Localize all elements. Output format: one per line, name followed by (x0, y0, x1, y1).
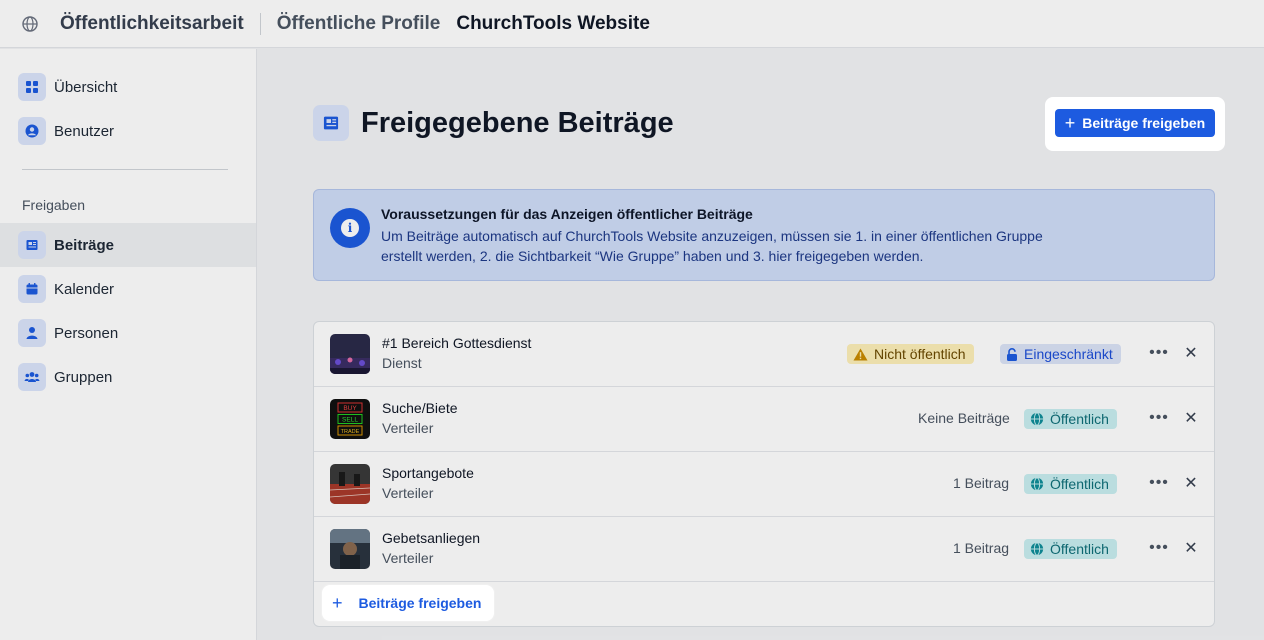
shared-groups-list: #1 Bereich Gottesdienst Dienst Nicht öff… (313, 321, 1215, 627)
status-badge-not-public: Nicht öffentlich (847, 344, 974, 364)
sidebar-item-users[interactable]: Benutzer (0, 109, 256, 153)
globe-icon (0, 15, 60, 32)
status-badge-public: Öffentlich (1024, 539, 1117, 559)
list-item: Sportangebote Verteiler 1 Beitrag Öffent… (314, 452, 1214, 517)
globe-icon (1030, 412, 1044, 426)
status-badge-label: Nicht öffentlich (874, 346, 966, 362)
person-icon (18, 319, 46, 347)
breadcrumb-public-profiles[interactable]: Öffentliche Profile (277, 13, 441, 35)
post-count: 1 Beitrag (953, 475, 1010, 491)
group-name: #1 Bereich Gottesdienst (382, 335, 532, 351)
share-posts-button-label: Beiträge freigeben (1082, 115, 1206, 131)
status-badge-restricted: Eingeschränkt (1000, 344, 1121, 364)
post-count: 1 Beitrag (953, 540, 1010, 556)
group-type: Verteiler (382, 485, 434, 501)
page-title: Freigegebene Beiträge (361, 107, 674, 139)
sidebar-item-label: Kalender (54, 280, 115, 298)
group-type: Verteiler (382, 420, 434, 436)
group-name: Sportangebote (382, 465, 474, 481)
more-options-button[interactable]: ••• (1148, 537, 1170, 559)
remove-button[interactable]: ✕ (1180, 472, 1202, 494)
plus-icon: + (1064, 113, 1076, 133)
status-badge-label: Öffentlich (1050, 476, 1109, 492)
newspaper-icon (18, 231, 46, 259)
sidebar-item-label: Benutzer (54, 122, 115, 140)
sidebar-item-label: Personen (54, 324, 119, 342)
group-thumbnail: BUY SELL TRADE (330, 399, 370, 439)
more-options-button[interactable]: ••• (1148, 472, 1170, 494)
info-alert: i Voraussetzungen für das Anzeigen öffen… (313, 189, 1215, 281)
share-posts-button[interactable]: + Beiträge freigeben (1055, 109, 1215, 137)
sidebar-item-overview[interactable]: Übersicht (0, 65, 256, 109)
calendar-icon (18, 275, 46, 303)
group-type: Dienst (382, 355, 422, 371)
list-item: Gebetsanliegen Verteiler 1 Beitrag Öffen… (314, 517, 1214, 582)
list-item: BUY SELL TRADE Suche/Biete Verteiler Kei… (314, 387, 1214, 452)
sidebar-item-label: Beiträge (54, 236, 115, 254)
user-circle-icon (18, 117, 46, 145)
add-share-button-label: Beiträge freigeben (358, 595, 482, 611)
group-thumbnail (330, 334, 370, 374)
thumb-text-trade: TRADE (341, 429, 360, 435)
status-badge-public: Öffentlich (1024, 474, 1117, 494)
more-options-button[interactable]: ••• (1148, 342, 1170, 364)
remove-button[interactable]: ✕ (1180, 537, 1202, 559)
plus-icon: + (332, 592, 343, 613)
breadcrumb-divider (259, 12, 261, 35)
sidebar-item-label: Übersicht (54, 78, 118, 96)
remove-button[interactable]: ✕ (1180, 342, 1202, 364)
sidebar-item-persons[interactable]: Personen (0, 311, 256, 355)
breadcrumb-public-relations[interactable]: Öffentlichkeitsarbeit (60, 13, 244, 35)
group-thumbnail (330, 464, 370, 504)
globe-icon (1030, 477, 1044, 491)
sidebar-section-shares: Freigaben (22, 197, 86, 213)
lock-open-icon (1006, 347, 1018, 361)
thumb-text-buy: BUY (343, 405, 357, 412)
add-share-button[interactable]: + Beiträge freigeben (332, 591, 481, 615)
status-badge-label: Öffentlich (1050, 541, 1109, 557)
post-count: Keine Beiträge (918, 410, 1010, 426)
grid-icon (18, 73, 46, 101)
group-name: Suche/Biete (382, 400, 458, 416)
top-bar: Öffentlichkeitsarbeit Öffentliche Profil… (0, 0, 1264, 48)
sidebar-item-calendar[interactable]: Kalender (0, 267, 256, 311)
sidebar-item-groups[interactable]: Gruppen (0, 355, 256, 399)
status-badge-label: Eingeschränkt (1024, 346, 1113, 362)
info-title: Voraussetzungen für das Anzeigen öffentl… (381, 206, 753, 222)
sidebar-divider (22, 169, 228, 170)
remove-button[interactable]: ✕ (1180, 407, 1202, 429)
info-text: Um Beiträge automatisch auf ChurchTools … (381, 228, 1043, 264)
group-name: Gebetsanliegen (382, 530, 481, 546)
sidebar-item-posts[interactable]: Beiträge (0, 223, 256, 267)
status-badge-label: Öffentlich (1050, 411, 1109, 427)
sidebar: Übersicht Benutzer Freigaben Beiträge Ka… (0, 49, 257, 640)
group-type: Verteiler (382, 550, 434, 566)
list-item: #1 Bereich Gottesdienst Dienst Nicht öff… (314, 322, 1214, 387)
newspaper-icon (313, 105, 349, 141)
info-icon: i (330, 208, 370, 248)
breadcrumb-current: ChurchTools Website (456, 12, 650, 34)
globe-icon (1030, 542, 1044, 556)
more-options-button[interactable]: ••• (1148, 407, 1170, 429)
group-thumbnail (330, 529, 370, 569)
users-icon (18, 363, 46, 391)
sidebar-item-label: Gruppen (54, 368, 113, 386)
thumb-text-sell: SELL (342, 417, 358, 424)
warning-icon (853, 348, 868, 361)
status-badge-public: Öffentlich (1024, 409, 1117, 429)
